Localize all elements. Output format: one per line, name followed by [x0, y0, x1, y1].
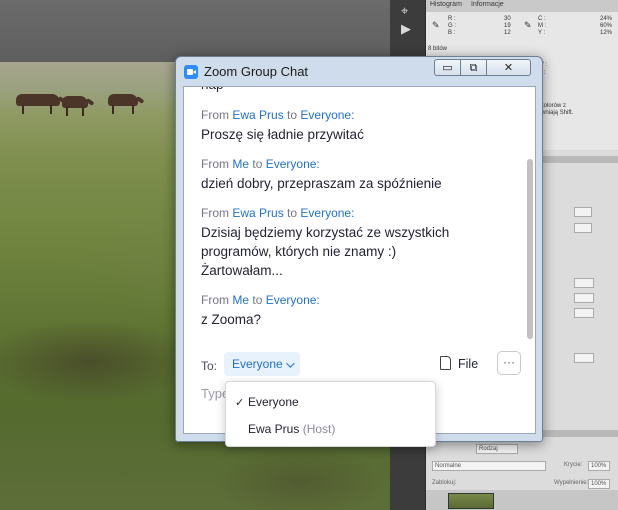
lock-label: Zablokuj: [432, 480, 457, 486]
chat-message: From Ewa Prus to Everyone: Dzisiaj będzi… [201, 205, 521, 280]
recipient-name[interactable]: Everyone: [300, 206, 354, 220]
from-label: From [201, 108, 229, 122]
chevron-down-icon [285, 359, 295, 368]
restore-icon: ⧉ [469, 61, 478, 74]
ps-field[interactable] [574, 207, 592, 217]
cmy-label-y: Y : [538, 30, 546, 36]
option-label: Everyone [248, 395, 299, 409]
layer-row[interactable] [426, 490, 618, 510]
rgb-label-g: G : [448, 23, 457, 29]
rgb-value-b: 12 [504, 30, 511, 36]
horse-image [62, 96, 88, 116]
chat-message: From Ewa Prus to Everyone: Proszę się ła… [201, 107, 521, 144]
recipient-value: Everyone [232, 357, 283, 371]
blend-mode-select[interactable]: Normalne [432, 461, 546, 471]
chat-message: From Me to Everyone: z Zooma? [201, 292, 521, 329]
message-list[interactable]: nap From Ewa Prus to Everyone: Proszę si… [184, 87, 524, 339]
opacity-label: Krycie: [564, 462, 583, 468]
play-action-icon[interactable]: ▶ [401, 22, 411, 37]
message-text: dzień dobry, przepraszam za spóźnienie [201, 176, 442, 191]
message-header: From Me to Everyone: [201, 292, 521, 308]
minimize-button[interactable]: ▭ [434, 59, 461, 76]
more-icon: ··· [503, 355, 515, 369]
ps-dropdown[interactable] [574, 278, 594, 288]
dropdown-option-everyone[interactable]: ✓ Everyone [226, 389, 435, 416]
eyedropper-icon: ✎ [524, 20, 532, 30]
from-label: From [201, 293, 229, 307]
to-word: to [252, 157, 263, 171]
window-title: Zoom Group Chat [204, 64, 309, 79]
recipient-dropdown-menu: ✓ Everyone Ewa Prus (Host) [225, 381, 436, 447]
cmy-value-y: 12% [600, 30, 613, 36]
message-header: From Ewa Prus to Everyone: [201, 107, 521, 123]
ps-dropdown[interactable] [574, 308, 594, 318]
canvas-pasteboard [0, 0, 390, 62]
scrollbar-thumb[interactable] [527, 159, 533, 339]
file-button[interactable]: File [436, 352, 478, 376]
sender-name[interactable]: Ewa Prus [232, 206, 283, 220]
more-options-button[interactable]: ··· [497, 351, 521, 375]
cmy-value-c: 24% [600, 16, 613, 22]
rgb-value-g: 19 [504, 23, 511, 29]
close-icon: ✕ [503, 61, 514, 74]
to-label: To: [201, 359, 218, 373]
maximize-button[interactable]: ⧉ [461, 59, 487, 76]
message-scrollbar[interactable] [525, 87, 535, 339]
bit-depth: 8 bitów [428, 46, 448, 52]
message-text: nap [201, 87, 224, 92]
recipient-name[interactable]: Everyone: [300, 108, 354, 122]
recipient-name[interactable]: Everyone: [266, 293, 320, 307]
to-word: to [252, 293, 263, 307]
sender-name[interactable]: Me [232, 157, 249, 171]
cmy-label-c: C : [538, 16, 546, 22]
layer-kind-filter[interactable]: Rodzaj [476, 444, 518, 454]
rgb-label-r: R : [448, 16, 456, 22]
ps-field[interactable] [574, 223, 592, 233]
close-button[interactable]: ✕ [487, 59, 531, 76]
from-label: From [201, 157, 229, 171]
to-word: to [287, 108, 298, 122]
dropdown-option-ewa-prus[interactable]: Ewa Prus (Host) [226, 416, 435, 443]
info-panel-tabs: Histogram Informacje [426, 0, 618, 12]
horse-image [16, 94, 60, 114]
recipient-dropdown[interactable]: Everyone [224, 352, 300, 376]
history-brush-icon[interactable]: ⌖ [401, 4, 408, 19]
from-label: From [201, 206, 229, 220]
sender-name[interactable]: Me [232, 293, 249, 307]
eyedropper-icon: ✎ [432, 20, 440, 30]
ps-dropdown[interactable] [574, 293, 594, 303]
option-name: Ewa Prus [248, 422, 300, 436]
ps-dropdown[interactable] [574, 353, 594, 363]
rgb-label-b: B : [448, 30, 456, 36]
to-word: to [287, 206, 298, 220]
file-icon [440, 356, 451, 370]
sender-name[interactable]: Ewa Prus [232, 108, 283, 122]
window-titlebar[interactable]: Zoom Group Chat ▭ ⧉ ✕ [176, 57, 542, 85]
fill-field[interactable]: 100% [588, 479, 610, 489]
tab-histogram[interactable]: Histogram [430, 1, 462, 8]
file-label: File [458, 357, 479, 371]
host-tag: (Host) [302, 422, 336, 436]
message-text: Dzisiaj będziemy korzystać ze wszystkich… [201, 225, 450, 278]
minimize-icon: ▭ [442, 61, 453, 74]
checkmark-icon: ✓ [235, 396, 245, 409]
message-header: From Me to Everyone: [201, 156, 521, 172]
fill-label: Wypełnienie: [554, 480, 589, 486]
cmy-label-m: M : [538, 23, 547, 29]
horse-image [108, 94, 138, 114]
opacity-field[interactable]: 100% [588, 461, 610, 471]
cmy-value-m: 60% [600, 23, 613, 29]
message-header: From Ewa Prus to Everyone: [201, 205, 521, 221]
option-label: Ewa Prus (Host) [248, 416, 335, 443]
recipient-name[interactable]: Everyone: [266, 157, 320, 171]
chat-message: From Me to Everyone: dzień dobry, przepr… [201, 156, 521, 193]
rgb-value-r: 30 [504, 16, 511, 22]
zoom-app-icon [184, 65, 198, 79]
message-text: Proszę się ładnie przywitać [201, 127, 364, 142]
tab-informacje[interactable]: Informacje [471, 1, 504, 8]
layer-thumbnail [448, 493, 494, 509]
message-text: z Zooma? [201, 312, 262, 327]
